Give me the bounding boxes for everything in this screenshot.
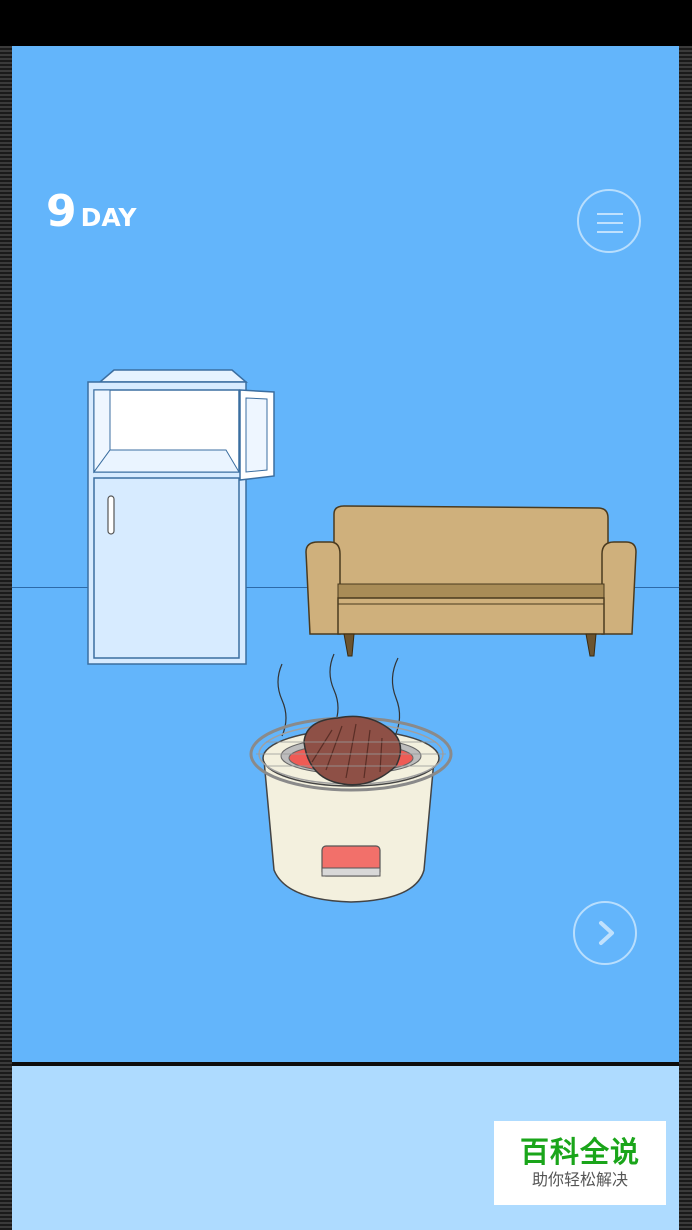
game-scene: 9 DAY bbox=[12, 46, 679, 1062]
charcoal-grill[interactable] bbox=[246, 650, 456, 908]
chevron-right-icon bbox=[599, 921, 614, 945]
next-button[interactable] bbox=[573, 901, 637, 965]
watermark-subtitle: 助你轻松解决 bbox=[531, 1170, 628, 1189]
day-label: DAY bbox=[80, 203, 137, 232]
day-counter: 9 DAY bbox=[46, 186, 136, 237]
sofa[interactable] bbox=[304, 504, 640, 660]
left-border bbox=[0, 46, 12, 1230]
watermark-title: 百科全说 bbox=[519, 1135, 640, 1169]
refrigerator[interactable] bbox=[84, 368, 284, 668]
status-bar bbox=[0, 0, 692, 46]
watermark-badge: 百科全说 助你轻松解决 bbox=[494, 1121, 666, 1205]
day-number: 9 bbox=[46, 186, 77, 237]
right-border bbox=[679, 46, 692, 1230]
menu-button[interactable] bbox=[577, 189, 641, 253]
